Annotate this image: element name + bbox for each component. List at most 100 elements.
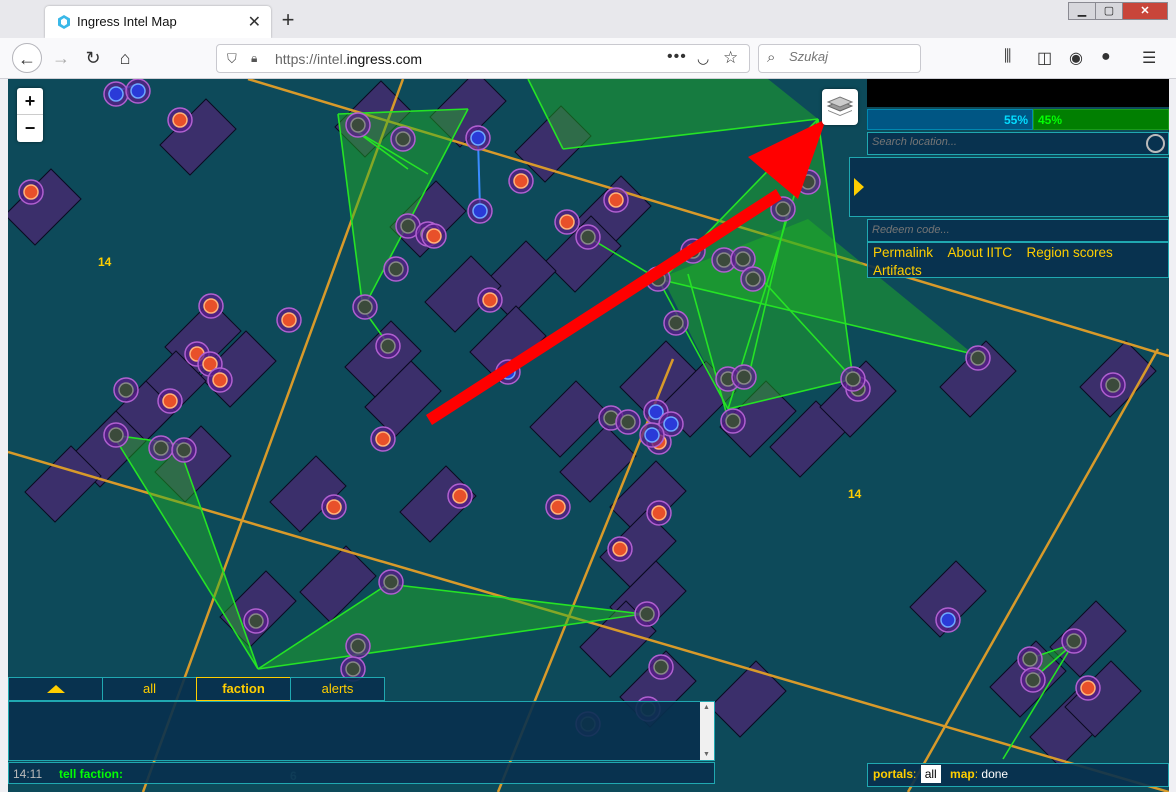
chat-input[interactable]: 14:11 tell faction: <box>8 762 715 784</box>
portal-core <box>970 350 986 366</box>
ingress-favicon-icon <box>58 15 70 29</box>
tab-strip: Ingress Intel Map ✕ + ▁ ▢ ✕ <box>0 0 1176 38</box>
sidebar-toggle-arrow-icon[interactable] <box>854 178 864 196</box>
portal-core <box>639 606 655 622</box>
portal-core <box>1080 680 1096 696</box>
account-icon[interactable]: ◉ <box>1069 48 1083 68</box>
redeem-code <box>867 219 1169 242</box>
grid-number: 14 <box>848 487 862 501</box>
portal-core <box>130 83 146 99</box>
page-actions-icon[interactable]: ••• <box>667 48 687 66</box>
close-window-button[interactable]: ✕ <box>1122 2 1168 20</box>
bookmark-star-icon[interactable]: ☆ <box>723 48 738 68</box>
portal-core <box>745 271 761 287</box>
portal-core <box>550 499 566 515</box>
zoom-in-button[interactable]: + <box>17 88 43 115</box>
portal-core <box>845 371 861 387</box>
portal-core <box>1025 672 1041 688</box>
url-bar[interactable]: ⛉ 🔒︎ https://intel.ingress.com ••• ◡ ☆ <box>216 44 750 73</box>
portal-core <box>108 86 124 102</box>
browser-search-input[interactable] <box>789 49 909 64</box>
enlightened-score: 45% <box>1033 109 1169 130</box>
portals-label: portals <box>873 767 914 781</box>
zoom-out-button[interactable]: − <box>17 115 43 142</box>
browser-tab[interactable]: Ingress Intel Map ✕ <box>45 6 271 38</box>
scroll-up-icon[interactable]: ▲ <box>703 704 710 711</box>
browser-search-bar[interactable]: ⌕ <box>758 44 921 73</box>
window-controls: ▁ ▢ ✕ <box>1068 2 1168 20</box>
map-status-value: done <box>981 767 1009 781</box>
new-tab-button[interactable]: + <box>276 7 300 33</box>
portal-core <box>326 499 342 515</box>
shield-icon[interactable]: ⛉ <box>227 51 237 67</box>
portal-core <box>472 203 488 219</box>
lock-icon[interactable]: 🔒︎ <box>251 51 257 66</box>
artifacts-link[interactable]: Artifacts <box>873 263 922 278</box>
portal-core <box>775 201 791 217</box>
portal-core <box>1066 633 1082 649</box>
tab-title: Ingress Intel Map <box>77 14 177 29</box>
global-score-bar: 55% 45% <box>867 109 1169 130</box>
portal-core <box>23 184 39 200</box>
sidebar-icon[interactable]: ◫ <box>1037 48 1052 68</box>
chat-scrollbar[interactable]: ▲ ▼ <box>700 702 714 760</box>
portal-core <box>176 442 192 458</box>
menu-icon[interactable]: ☰ <box>1142 48 1156 68</box>
about-iitc-link[interactable]: About IITC <box>947 245 1012 260</box>
portal-core <box>736 369 752 385</box>
expand-up-icon <box>46 685 65 693</box>
portal-core <box>426 228 442 244</box>
tab-all[interactable]: all <box>102 677 197 701</box>
portal-cell <box>269 455 347 533</box>
portal-core <box>482 292 498 308</box>
addon-icon[interactable]: ● <box>1101 48 1111 66</box>
chat-input-label: tell faction: <box>59 767 124 781</box>
tab-faction[interactable]: faction <box>196 677 291 701</box>
url-text[interactable]: https://intel.ingress.com <box>275 51 422 67</box>
chat-time: 14:11 <box>13 767 43 781</box>
back-button[interactable]: ← <box>12 43 42 73</box>
iitc-sidebar: 55% 45% Permalink About IITC Region scor… <box>849 79 1169 289</box>
portal-core <box>388 261 404 277</box>
layers-button[interactable] <box>822 89 858 125</box>
forward-button[interactable]: → <box>46 43 76 73</box>
close-tab-icon[interactable]: ✕ <box>248 12 261 32</box>
maximize-button[interactable]: ▢ <box>1095 2 1123 20</box>
home-button[interactable]: ⌂ <box>110 43 140 73</box>
portal-core <box>203 298 219 314</box>
portal-core <box>108 427 124 443</box>
search-location-input[interactable] <box>872 136 1132 148</box>
portal-core <box>559 214 575 230</box>
portal-core <box>212 372 228 388</box>
portals-filter-value[interactable]: all <box>920 765 941 783</box>
intel-map[interactable]: + − 14 14 6 55% 45% <box>8 79 1169 792</box>
portal-core <box>172 112 188 128</box>
browser-window: Ingress Intel Map ✕ + ▁ ▢ ✕ ← → ↻ ⌂ ⛉ 🔒︎… <box>0 0 1176 792</box>
scroll-down-icon[interactable]: ▼ <box>703 751 710 758</box>
portal-core <box>1105 377 1121 393</box>
portal-core <box>735 251 751 267</box>
portal-core <box>452 488 468 504</box>
pocket-icon[interactable]: ◡ <box>697 50 709 67</box>
locate-crosshair-icon[interactable] <box>1146 134 1165 153</box>
redeem-code-input[interactable] <box>872 224 1152 236</box>
control-field <box>528 79 818 149</box>
region-scores-link[interactable]: Region scores <box>1026 245 1112 260</box>
chat-log[interactable]: ▲ ▼ <box>8 701 715 761</box>
portal-core <box>651 505 667 521</box>
portal-core <box>716 252 732 268</box>
reload-button[interactable]: ↻ <box>78 43 108 73</box>
minimize-button[interactable]: ▁ <box>1068 2 1096 20</box>
portal-core <box>281 312 297 328</box>
portal-core <box>580 229 596 245</box>
tab-alerts[interactable]: alerts <box>290 677 385 701</box>
portal-core <box>668 315 684 331</box>
portal-core <box>653 659 669 675</box>
library-icon[interactable]: ⫼ <box>1004 48 1011 66</box>
portal-core <box>620 414 636 430</box>
portal-core <box>470 130 486 146</box>
permalink-link[interactable]: Permalink <box>873 245 933 260</box>
search-icon: ⌕ <box>767 49 776 66</box>
portal-core <box>350 638 366 654</box>
chat-expand-button[interactable] <box>8 677 103 701</box>
